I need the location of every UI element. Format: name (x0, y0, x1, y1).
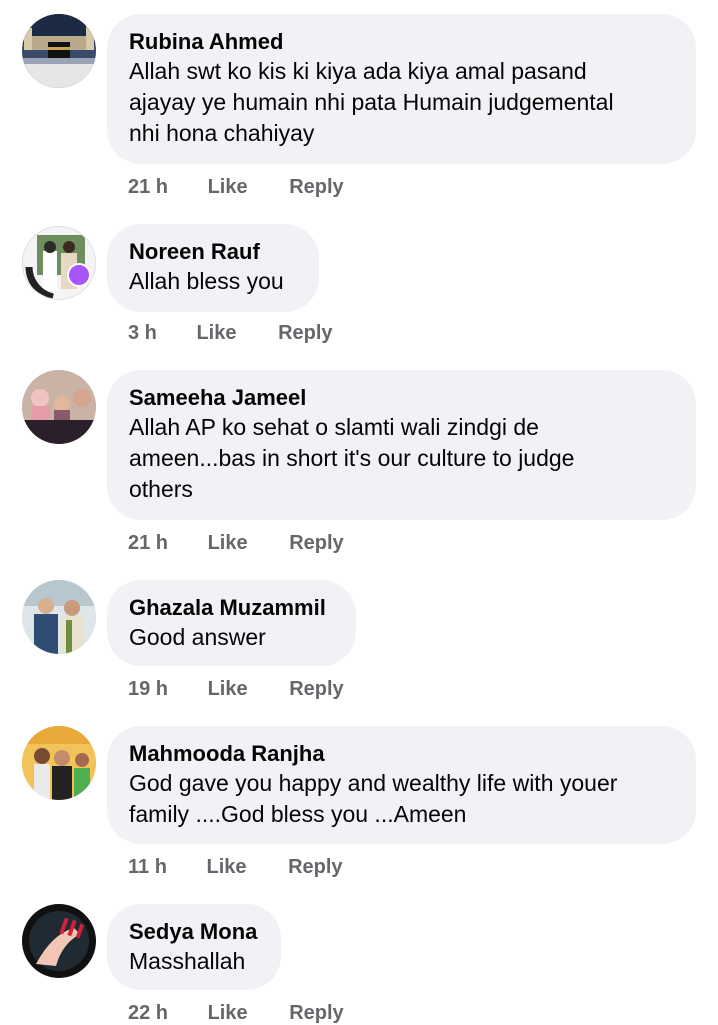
reply-button[interactable]: Reply (278, 322, 332, 345)
comment-actions: 21 h Like Reply (128, 176, 344, 199)
vaccinated-frame-avatar[interactable] (22, 226, 96, 300)
family-photo-icon (22, 726, 96, 800)
comment-bubble: Sedya Mona Masshallah (107, 904, 281, 990)
comment-author[interactable]: Mahmooda Ranjha (129, 740, 674, 768)
comment-timestamp[interactable]: 19 h (128, 678, 168, 701)
comment-text: Allah bless you (129, 268, 284, 294)
like-button[interactable]: Like (206, 856, 246, 879)
like-button[interactable]: Like (208, 532, 248, 555)
comment-actions: 19 h Like Reply (128, 678, 344, 701)
kaaba-photo-avatar[interactable] (22, 14, 96, 88)
comment-author[interactable]: Ghazala Muzammil (129, 594, 334, 622)
comment-bubble: Sameeha Jameel Allah AP ko sehat o slamt… (107, 370, 696, 520)
reply-button[interactable]: Reply (289, 678, 343, 701)
vaccinated-frame-icon (23, 227, 95, 299)
like-button[interactable]: Like (208, 678, 248, 701)
comment-text: Good answer (129, 624, 266, 650)
comment-author[interactable]: Sameeha Jameel (129, 384, 674, 412)
comment-actions: 21 h Like Reply (128, 532, 344, 555)
reply-button[interactable]: Reply (288, 856, 342, 879)
comment-timestamp[interactable]: 22 h (128, 1002, 168, 1025)
comment-timestamp[interactable]: 3 h (128, 322, 157, 345)
couple-photo-icon (22, 580, 96, 654)
comment-author[interactable]: Sedya Mona (129, 918, 259, 946)
comment-text: Allah swt ko kis ki kiya ada kiya amal p… (129, 58, 614, 146)
comment-actions: 11 h Like Reply (128, 856, 343, 879)
comment-bubble: Mahmooda Ranjha God gave you happy and w… (107, 726, 696, 844)
reply-button[interactable]: Reply (289, 176, 343, 199)
frame-badge-icon (67, 263, 91, 287)
couple-photo-avatar[interactable] (22, 580, 96, 654)
respect-prophet-frame-avatar[interactable] (22, 370, 96, 444)
comment-text: Masshallah (129, 948, 246, 974)
like-button[interactable]: Like (208, 1002, 248, 1025)
comment-timestamp[interactable]: 21 h (128, 532, 168, 555)
like-button[interactable]: Like (208, 176, 248, 199)
comment-bubble: Rubina Ahmed Allah swt ko kis ki kiya ad… (107, 14, 696, 164)
hand-photo-avatar[interactable] (22, 904, 96, 978)
kaaba-photo-icon (22, 14, 96, 88)
reply-button[interactable]: Reply (289, 532, 343, 555)
comment-actions: 3 h Like Reply (128, 322, 333, 345)
family-frame-photo-icon (22, 370, 96, 444)
comment-bubble: Ghazala Muzammil Good answer (107, 580, 356, 666)
comment-text: God gave you happy and wealthy life with… (129, 770, 618, 827)
comment-bubble: Noreen Rauf Allah bless you (107, 224, 319, 312)
comment-author[interactable]: Noreen Rauf (129, 238, 297, 266)
family-photo-avatar[interactable] (22, 726, 96, 800)
like-button[interactable]: Like (196, 322, 236, 345)
comment-text: Allah AP ko sehat o slamti wali zindgi d… (129, 414, 575, 502)
hand-photo-icon (22, 904, 96, 978)
comment-actions: 22 h Like Reply (128, 1002, 344, 1025)
comment-author[interactable]: Rubina Ahmed (129, 28, 674, 56)
comment-timestamp[interactable]: 21 h (128, 176, 168, 199)
reply-button[interactable]: Reply (289, 1002, 343, 1025)
comment-timestamp[interactable]: 11 h (128, 856, 167, 879)
